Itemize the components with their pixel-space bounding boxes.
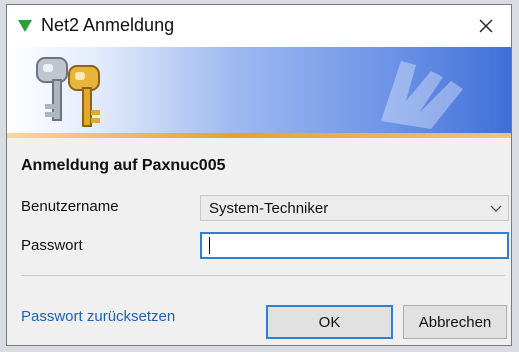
reset-password-link[interactable]: Passwort zurücksetzen (21, 308, 175, 325)
close-icon (479, 19, 493, 33)
ok-button[interactable]: OK (266, 305, 393, 339)
username-value: System-Techniker (209, 200, 329, 217)
login-dialog: Net2 Anmeldung Anmeldung auf Paxnuc005 B… (6, 4, 512, 346)
close-button[interactable] (461, 5, 511, 47)
title-bar: Net2 Anmeldung (7, 5, 511, 47)
password-field[interactable] (200, 232, 509, 259)
banner-stripe (7, 133, 511, 138)
keys-icon (36, 57, 100, 127)
keys-watermark (381, 61, 463, 129)
username-label: Benutzername (21, 198, 119, 215)
divider (21, 275, 505, 276)
password-label: Passwort (21, 237, 83, 254)
window-title: Net2 Anmeldung (41, 15, 175, 35)
chevron-down-icon (490, 205, 502, 212)
cancel-button[interactable]: Abbrechen (403, 305, 507, 339)
net2-app-icon (18, 20, 32, 32)
login-heading: Anmeldung auf Paxnuc005 (21, 157, 226, 174)
username-select[interactable]: System-Techniker (200, 195, 509, 221)
text-cursor (209, 237, 210, 254)
